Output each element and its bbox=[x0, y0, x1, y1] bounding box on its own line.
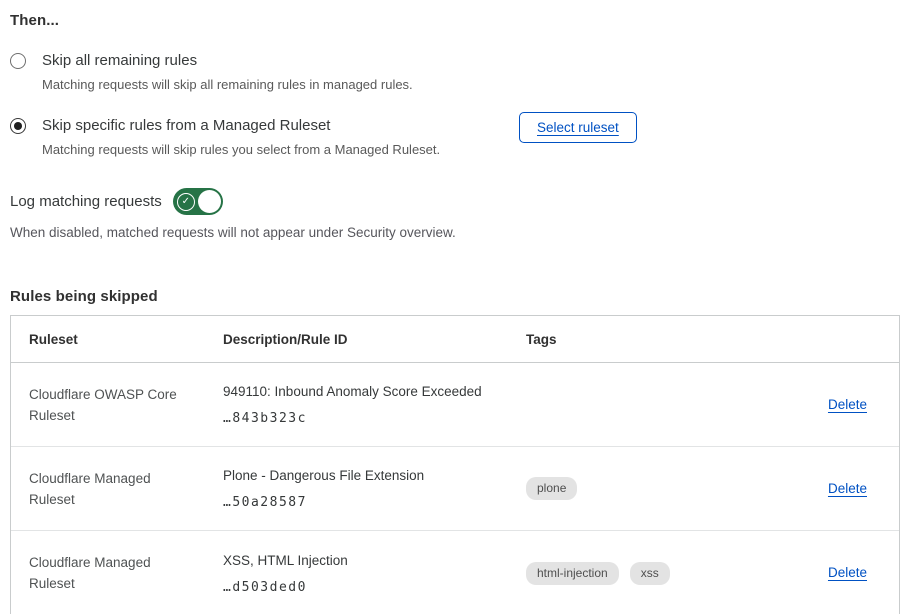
tags-cell: plone bbox=[526, 477, 811, 500]
skip-specific-radio[interactable] bbox=[10, 118, 26, 134]
rule-id: …843b323c bbox=[223, 411, 526, 426]
rule-id: …d503ded0 bbox=[223, 580, 526, 595]
waf-rule-then-panel: Then... Skip all remaining rules Matchin… bbox=[0, 0, 911, 614]
table-row: Cloudflare Managed Ruleset Plone - Dange… bbox=[11, 447, 899, 531]
tag-badge: plone bbox=[526, 477, 577, 500]
tag-badge: html-injection bbox=[526, 562, 619, 585]
skip-all-radio[interactable] bbox=[10, 53, 26, 69]
action-options: Skip all remaining rules Matching reques… bbox=[10, 51, 901, 158]
select-ruleset-button-label: Select ruleset bbox=[537, 120, 619, 135]
log-matching-toggle[interactable]: ✓ bbox=[173, 188, 223, 215]
log-matching-note: When disabled, matched requests will not… bbox=[10, 225, 901, 240]
option-texts: Skip specific rules from a Managed Rules… bbox=[42, 116, 440, 158]
column-header-description: Description/Rule ID bbox=[223, 332, 526, 347]
rule-id: …50a28587 bbox=[223, 495, 526, 510]
skip-specific-label[interactable]: Skip specific rules from a Managed Rules… bbox=[42, 116, 440, 136]
actions-cell: Delete bbox=[811, 480, 899, 498]
rules-skipped-heading: Rules being skipped bbox=[10, 288, 901, 305]
column-header-tags: Tags bbox=[526, 332, 811, 347]
rules-skipped-table: Ruleset Description/Rule ID Tags Cloudfl… bbox=[10, 315, 900, 614]
delete-link[interactable]: Delete bbox=[828, 565, 867, 580]
option-skip-specific-rules: Skip specific rules from a Managed Rules… bbox=[10, 116, 901, 158]
log-matching-row: Log matching requests ✓ bbox=[10, 188, 901, 215]
option-skip-all-rules: Skip all remaining rules Matching reques… bbox=[10, 51, 901, 93]
ruleset-cell: Cloudflare OWASP Core Ruleset bbox=[29, 384, 191, 426]
skip-specific-description: Matching requests will skip rules you se… bbox=[42, 141, 440, 158]
rule-description: 949110: Inbound Anomaly Score Exceeded bbox=[223, 383, 526, 401]
skip-all-description: Matching requests will skip all remainin… bbox=[42, 76, 413, 93]
then-heading: Then... bbox=[10, 12, 901, 29]
table-row: Cloudflare OWASP Core Ruleset 949110: In… bbox=[11, 363, 899, 447]
rule-description: Plone - Dangerous File Extension bbox=[223, 467, 526, 485]
delete-link[interactable]: Delete bbox=[828, 481, 867, 496]
skip-all-label[interactable]: Skip all remaining rules bbox=[42, 51, 413, 71]
actions-cell: Delete bbox=[811, 564, 899, 582]
delete-link[interactable]: Delete bbox=[828, 397, 867, 412]
description-cell: Plone - Dangerous File Extension …50a285… bbox=[223, 467, 526, 510]
rule-description: XSS, HTML Injection bbox=[223, 552, 526, 570]
description-cell: XSS, HTML Injection …d503ded0 bbox=[223, 552, 526, 595]
option-texts: Skip all remaining rules Matching reques… bbox=[42, 51, 413, 93]
column-header-ruleset: Ruleset bbox=[29, 332, 223, 347]
tag-badge: xss bbox=[630, 562, 670, 585]
actions-cell: Delete bbox=[811, 396, 899, 414]
table-header-row: Ruleset Description/Rule ID Tags bbox=[11, 316, 899, 363]
toggle-check-icon: ✓ bbox=[177, 193, 195, 211]
select-ruleset-button[interactable]: Select ruleset bbox=[519, 112, 637, 143]
tags-cell: html-injection xss bbox=[526, 562, 811, 585]
ruleset-cell: Cloudflare Managed Ruleset bbox=[29, 468, 191, 510]
toggle-knob bbox=[198, 190, 221, 213]
description-cell: 949110: Inbound Anomaly Score Exceeded …… bbox=[223, 383, 526, 426]
ruleset-cell: Cloudflare Managed Ruleset bbox=[29, 552, 191, 594]
log-matching-label: Log matching requests bbox=[10, 193, 162, 210]
table-row: Cloudflare Managed Ruleset XSS, HTML Inj… bbox=[11, 531, 899, 614]
